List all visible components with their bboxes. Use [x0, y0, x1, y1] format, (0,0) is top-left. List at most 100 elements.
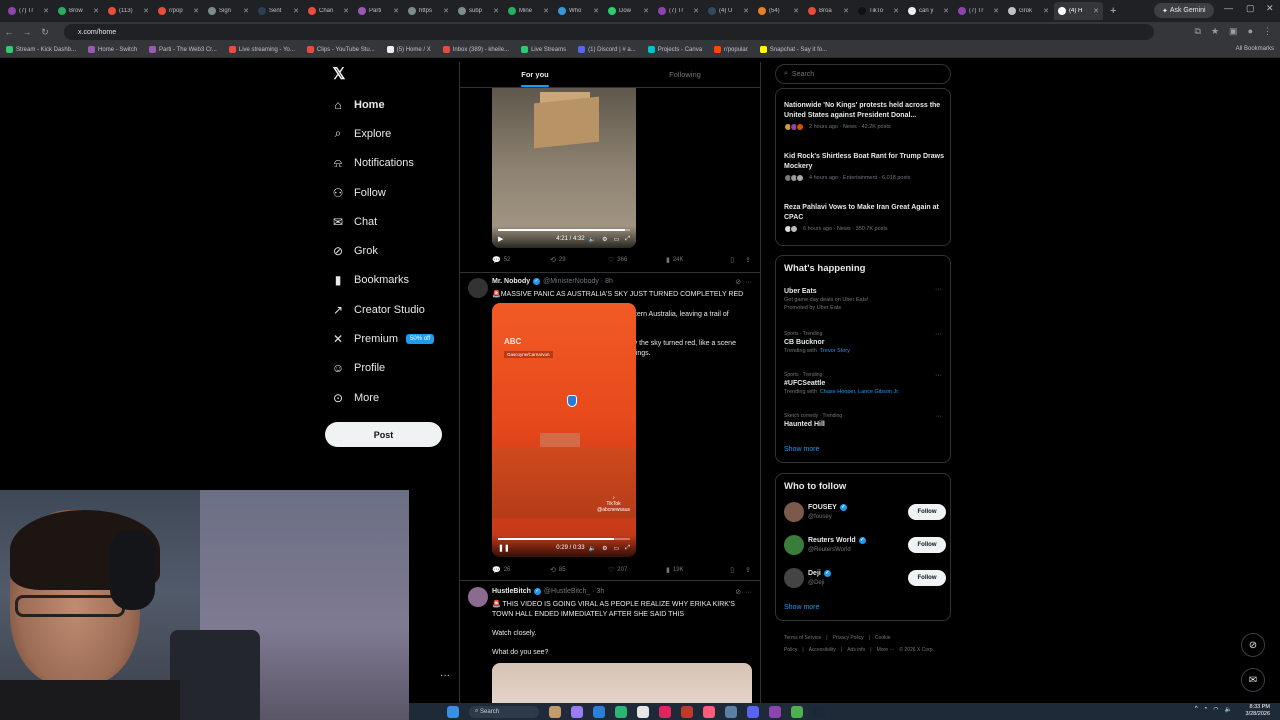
- trend-link[interactable]: Trevor Story: [820, 348, 850, 354]
- browser-tab[interactable]: Sign ✕: [204, 2, 253, 20]
- fullscreen-icon[interactable]: ⤢: [625, 545, 630, 552]
- trend-item[interactable]: Sports · Trending #UFCSeattle Trending wit…: [784, 372, 946, 395]
- menu-icon[interactable]: ⋮: [1263, 26, 1272, 37]
- star-icon[interactable]: ★: [1211, 26, 1219, 37]
- messages-float-icon[interactable]: ✉: [1241, 668, 1265, 692]
- show-more-link[interactable]: Show more: [784, 604, 819, 611]
- video-progress[interactable]: [498, 538, 630, 540]
- browser-tab[interactable]: Parti ✕: [354, 2, 403, 20]
- close-tab-icon[interactable]: ✕: [843, 7, 849, 15]
- nav-item-bookmarks[interactable]: ▮ Bookmarks: [330, 266, 434, 295]
- bookmark-item[interactable]: Snapchat - Say it fo...: [759, 46, 827, 53]
- footer-link[interactable]: Ads info: [847, 647, 865, 653]
- footer-link[interactable]: Accessibility: [809, 647, 836, 653]
- back-icon[interactable]: ←: [0, 27, 18, 37]
- browser-tab[interactable]: TikTo ✕: [854, 2, 903, 20]
- browser-tab[interactable]: (4) H ✕: [1054, 2, 1103, 20]
- tweet-video[interactable]: ▶ 4:21 / 4:32 🔈 ⚙ ▭ ⤢: [492, 88, 636, 248]
- follow-name[interactable]: Deji ✓: [808, 570, 834, 577]
- taskbar-app-icon[interactable]: [637, 705, 649, 718]
- browser-tab[interactable]: https ✕: [404, 2, 453, 20]
- close-tab-icon[interactable]: ✕: [693, 7, 699, 15]
- footer-link[interactable]: More ···: [877, 647, 895, 653]
- browser-tab[interactable]: Who ✕: [554, 2, 603, 20]
- post-button[interactable]: Post: [325, 422, 442, 447]
- bookmark-item[interactable]: Live Streams: [521, 46, 566, 53]
- url-input[interactable]: x.com/home: [64, 24, 1154, 40]
- news-item[interactable]: Kid Rock's Shirtless Boat Rant for Trump…: [784, 152, 946, 182]
- like-button[interactable]: ♡ 207: [608, 566, 666, 574]
- browser-tab[interactable]: Mine ✕: [504, 2, 553, 20]
- browser-tab[interactable]: (54) ✕: [754, 2, 803, 20]
- trend-item[interactable]: Sports · Trending CB Bucknor Trending with…: [784, 331, 946, 354]
- reload-icon[interactable]: ↻: [36, 27, 54, 38]
- like-button[interactable]: ♡ 366: [608, 256, 666, 264]
- news-item[interactable]: Nationwide 'No Kings' protests held acro…: [784, 101, 946, 131]
- browser-tab[interactable]: Brow ✕: [54, 2, 103, 20]
- tab-following[interactable]: Following: [610, 62, 760, 87]
- browser-tab[interactable]: r/pop ✕: [154, 2, 203, 20]
- close-tab-icon[interactable]: ✕: [643, 7, 649, 15]
- taskbar-app-icon[interactable]: [549, 705, 561, 718]
- follow-button[interactable]: Follow: [908, 570, 946, 586]
- follow-name[interactable]: FOUSEY ✓: [808, 504, 850, 511]
- taskbar-app-icon[interactable]: [681, 705, 693, 718]
- author-name[interactable]: HustleBitch: [492, 588, 531, 595]
- fullscreen-icon[interactable]: ⤢: [625, 236, 630, 243]
- ask-gemini-button[interactable]: ✦ Ask Gemini: [1154, 3, 1214, 18]
- more-icon[interactable]: ···: [935, 331, 942, 338]
- follow-button[interactable]: Follow: [908, 537, 946, 553]
- avatar[interactable]: [468, 278, 488, 298]
- author-handle[interactable]: @MinisterNobody · 8h: [543, 278, 613, 285]
- nav-item-premium[interactable]: ✕ Premium 50% off: [330, 324, 435, 353]
- bookmark-item[interactable]: Parti - The Web3 Cr...: [149, 46, 217, 53]
- bookmark-item[interactable]: (1) Discord | #⁠ a...: [578, 46, 636, 53]
- taskbar-app-icon[interactable]: [659, 705, 671, 718]
- volume-icon[interactable]: 🔈: [589, 545, 596, 552]
- bookmark-button[interactable]: ▯: [730, 256, 737, 264]
- close-tab-icon[interactable]: ✕: [743, 7, 749, 15]
- close-tab-icon[interactable]: ✕: [143, 7, 149, 15]
- taskbar-app-icon[interactable]: [813, 705, 825, 718]
- author-name[interactable]: Mr. Nobody: [492, 278, 530, 285]
- taskbar-app-icon[interactable]: [571, 705, 583, 718]
- avatar[interactable]: [784, 502, 804, 522]
- share-button[interactable]: ⇪: [745, 256, 754, 264]
- more-icon[interactable]: ···: [745, 589, 752, 596]
- taskbar-app-icon[interactable]: [703, 705, 715, 718]
- views-button[interactable]: ▮ 19K: [666, 566, 724, 574]
- reply-button[interactable]: 💬 52: [492, 256, 550, 264]
- pause-icon[interactable]: ❚❚: [498, 544, 510, 552]
- show-more-link[interactable]: Show more: [784, 446, 819, 453]
- clock[interactable]: 8:33 PM 3/28/2026: [1246, 704, 1270, 718]
- grok-icon[interactable]: ⊘: [735, 279, 741, 286]
- bookmark-item[interactable]: (5) Home / X: [386, 46, 431, 53]
- close-tab-icon[interactable]: ✕: [1093, 7, 1099, 15]
- more-icon[interactable]: ···: [745, 279, 752, 286]
- extensions-icon[interactable]: ▣: [1229, 26, 1238, 37]
- more-icon[interactable]: ···: [935, 413, 942, 420]
- windows-start-icon[interactable]: [447, 705, 459, 718]
- bookmark-item[interactable]: Clips - YouTube Stu...: [306, 46, 375, 53]
- author-handle[interactable]: @HustleBitch_ · 3h: [544, 588, 604, 595]
- close-tab-icon[interactable]: ✕: [443, 7, 449, 15]
- reply-button[interactable]: 💬 26: [492, 566, 550, 574]
- taskbar-app-icon[interactable]: [615, 705, 627, 718]
- bookmark-item[interactable]: Projects - Canva: [647, 46, 702, 53]
- close-tab-icon[interactable]: ✕: [293, 7, 299, 15]
- avatar[interactable]: [784, 568, 804, 588]
- close-tab-icon[interactable]: ✕: [793, 7, 799, 15]
- bookmark-item[interactable]: Live streaming - Yo...: [228, 46, 295, 53]
- close-window-icon[interactable]: ✕: [1266, 3, 1274, 14]
- browser-tab[interactable]: (113) ✕: [104, 2, 153, 20]
- bookmark-item[interactable]: Stream - Kick Dashb...: [6, 46, 76, 53]
- new-tab-icon[interactable]: +: [1110, 5, 1116, 17]
- close-tab-icon[interactable]: ✕: [93, 7, 99, 15]
- browser-tab[interactable]: Broa ✕: [804, 2, 853, 20]
- video-progress[interactable]: [498, 229, 630, 231]
- browser-tab[interactable]: (4) U ✕: [704, 2, 753, 20]
- close-tab-icon[interactable]: ✕: [43, 7, 49, 15]
- browser-tab[interactable]: (7) Tr ✕: [954, 2, 1003, 20]
- nav-item-creator-studio[interactable]: ↗ Creator Studio: [330, 295, 434, 324]
- close-tab-icon[interactable]: ✕: [393, 7, 399, 15]
